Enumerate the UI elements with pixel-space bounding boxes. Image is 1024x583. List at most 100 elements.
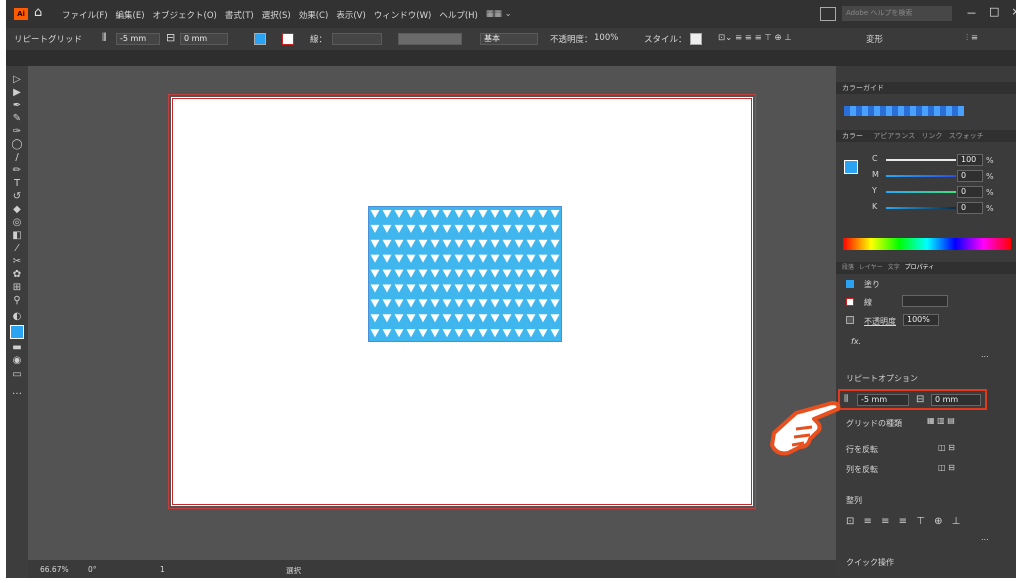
flip-row-icons[interactable]: ◫ ⊟: [938, 443, 955, 452]
repeat-v-spacing-input[interactable]: 0 mm: [931, 394, 981, 406]
more-tools-icon[interactable]: …: [10, 386, 24, 397]
blend-tool-icon[interactable]: ✂: [10, 256, 24, 267]
selection-bounding-box[interactable]: [368, 206, 562, 342]
tab-appearance[interactable]: アピアランス: [865, 132, 915, 140]
align-more-icon[interactable]: ...: [981, 533, 989, 542]
opacity-field[interactable]: 100%: [903, 314, 939, 326]
cyan-slider[interactable]: [886, 159, 956, 161]
ellipse-tool-icon[interactable]: ◯: [10, 139, 24, 150]
align-icons[interactable]: ⊡⌄ ≡ ≡ ≡ ⊤ ⊕ ⊥: [718, 33, 792, 43]
yellow-unit: %: [986, 188, 994, 197]
menu-help[interactable]: ヘルプ(H): [439, 9, 478, 21]
zoom-level[interactable]: 66.67%: [40, 565, 69, 574]
brush-tool-icon[interactable]: /: [10, 152, 24, 163]
curvature-tool-icon[interactable]: ✎: [10, 113, 24, 124]
fx-button[interactable]: fx.: [851, 337, 861, 346]
magenta-value[interactable]: 0: [957, 170, 983, 182]
menu-file[interactable]: ファイル(F): [62, 9, 108, 21]
opacity-label[interactable]: 不透明度: [864, 316, 896, 327]
zoom-tool-icon[interactable]: ⚲: [10, 295, 24, 306]
menu-window[interactable]: ウィンドウ(W): [374, 9, 432, 21]
magenta-unit: %: [986, 172, 994, 181]
more-options-icon[interactable]: ...: [981, 350, 989, 359]
tab-properties[interactable]: プロパティ: [902, 264, 935, 271]
close-icon[interactable]: ×: [1011, 5, 1016, 21]
yellow-value[interactable]: 0: [957, 186, 983, 198]
pen-tool-icon[interactable]: ✒: [10, 100, 24, 111]
flip-row-label: 行を反転: [846, 445, 878, 454]
brush-select[interactable]: 基本: [480, 33, 538, 45]
yellow-slider[interactable]: [886, 191, 956, 193]
flip-col-icons[interactable]: ◫ ⊟: [938, 463, 955, 472]
app-logo: Ai: [14, 8, 28, 20]
cyan-value[interactable]: 100: [957, 154, 983, 166]
color-spectrum[interactable]: [843, 238, 1011, 250]
rotation-value[interactable]: 0°: [88, 565, 97, 574]
tab-paragraph[interactable]: 段落: [836, 264, 854, 271]
arrange-documents-icon[interactable]: [820, 7, 836, 21]
tab-layers[interactable]: レイヤー: [856, 264, 883, 271]
default-colors-icon[interactable]: ◐: [10, 311, 24, 322]
draw-mode-icon[interactable]: ◉: [10, 355, 24, 366]
menu-items: ファイル(F) 編集(E) オブジェクト(O) 書式(T) 選択(S) 効果(C…: [62, 9, 512, 21]
v-spacing-input[interactable]: 0 mm: [180, 33, 228, 45]
shape-builder-tool-icon[interactable]: ◎: [10, 217, 24, 228]
selection-tool-icon[interactable]: ▷: [10, 74, 24, 85]
magenta-slider[interactable]: [886, 175, 956, 177]
fill-swatch[interactable]: [254, 33, 266, 45]
fill-color-icon[interactable]: [10, 325, 24, 339]
menu-type[interactable]: 書式(T): [225, 9, 254, 21]
anchor-tool-icon[interactable]: ✑: [10, 126, 24, 137]
style-swatch[interactable]: [690, 33, 702, 45]
color-mode-icon[interactable]: ▬: [10, 342, 24, 353]
tab-color[interactable]: カラー: [836, 132, 863, 140]
panel-menu-icon[interactable]: ⫶ ≡: [966, 33, 978, 43]
menu-edit[interactable]: 編集(E): [116, 9, 145, 21]
eyedropper-tool-icon[interactable]: ⁄: [10, 243, 24, 254]
stroke-weight-field[interactable]: [902, 295, 948, 307]
variable-width-select[interactable]: [398, 33, 462, 45]
cyan-label: C: [872, 154, 878, 163]
menu-view[interactable]: 表示(V): [336, 9, 365, 21]
fill-color-box[interactable]: [844, 160, 858, 174]
grid-type-icons[interactable]: ▦ ▥ ▤: [927, 416, 955, 425]
menu-object[interactable]: オブジェクト(O): [153, 9, 217, 21]
grid-icon[interactable]: ▦▦ ⌄: [486, 9, 512, 21]
rotate-tool-icon[interactable]: ↺: [10, 191, 24, 202]
pencil-tool-icon[interactable]: ✏: [10, 165, 24, 176]
color-guide-header[interactable]: カラーガイド: [836, 82, 1016, 94]
search-input[interactable]: Adobe ヘルプを検索: [842, 6, 952, 21]
tab-links[interactable]: リンク: [917, 132, 942, 140]
menu-effect[interactable]: 効果(C): [299, 9, 329, 21]
artboard-tool-icon[interactable]: ⊞: [10, 282, 24, 293]
h-spacing-input[interactable]: -5 mm: [116, 33, 160, 45]
maximize-icon[interactable]: □: [989, 5, 999, 21]
eraser-tool-icon[interactable]: ◆: [10, 204, 24, 215]
transform-link[interactable]: 変形: [866, 33, 883, 45]
artboard-number[interactable]: 1: [160, 565, 165, 574]
gradient-tool-icon[interactable]: ◧: [10, 230, 24, 241]
symbol-tool-icon[interactable]: ✿: [10, 269, 24, 280]
opacity-value[interactable]: 100%: [594, 33, 618, 43]
repeat-h-spacing-input[interactable]: -5 mm: [857, 394, 909, 406]
type-tool-icon[interactable]: T: [10, 178, 24, 189]
menu-select[interactable]: 選択(S): [262, 9, 291, 21]
black-value[interactable]: 0: [957, 202, 983, 214]
screen-mode-icon[interactable]: ▭: [10, 369, 24, 380]
harmony-colors-strip[interactable]: [844, 106, 964, 116]
stroke-swatch[interactable]: [282, 33, 294, 45]
direct-selection-tool-icon[interactable]: ▶: [10, 87, 24, 98]
app-window: Ai ⌂ ファイル(F) 編集(E) オブジェクト(O) 書式(T) 選択(S)…: [6, 0, 1016, 578]
tab-swatches[interactable]: スウォッチ: [945, 132, 984, 140]
black-slider[interactable]: [886, 207, 956, 209]
stroke-weight-input[interactable]: [332, 33, 382, 45]
home-icon[interactable]: ⌂: [34, 5, 50, 21]
opacity-label[interactable]: 不透明度：: [550, 33, 593, 45]
style-label: スタイル：: [644, 35, 687, 45]
tab-character[interactable]: 文字: [885, 264, 900, 271]
stroke-icon[interactable]: [846, 298, 854, 306]
minimize-icon[interactable]: －: [966, 5, 977, 21]
current-tool: 選択: [286, 566, 301, 575]
align-buttons[interactable]: ⊡ ≡ ≡ ≡ ⊤ ⊕ ⊥: [846, 516, 963, 527]
fill-icon[interactable]: [846, 280, 854, 288]
